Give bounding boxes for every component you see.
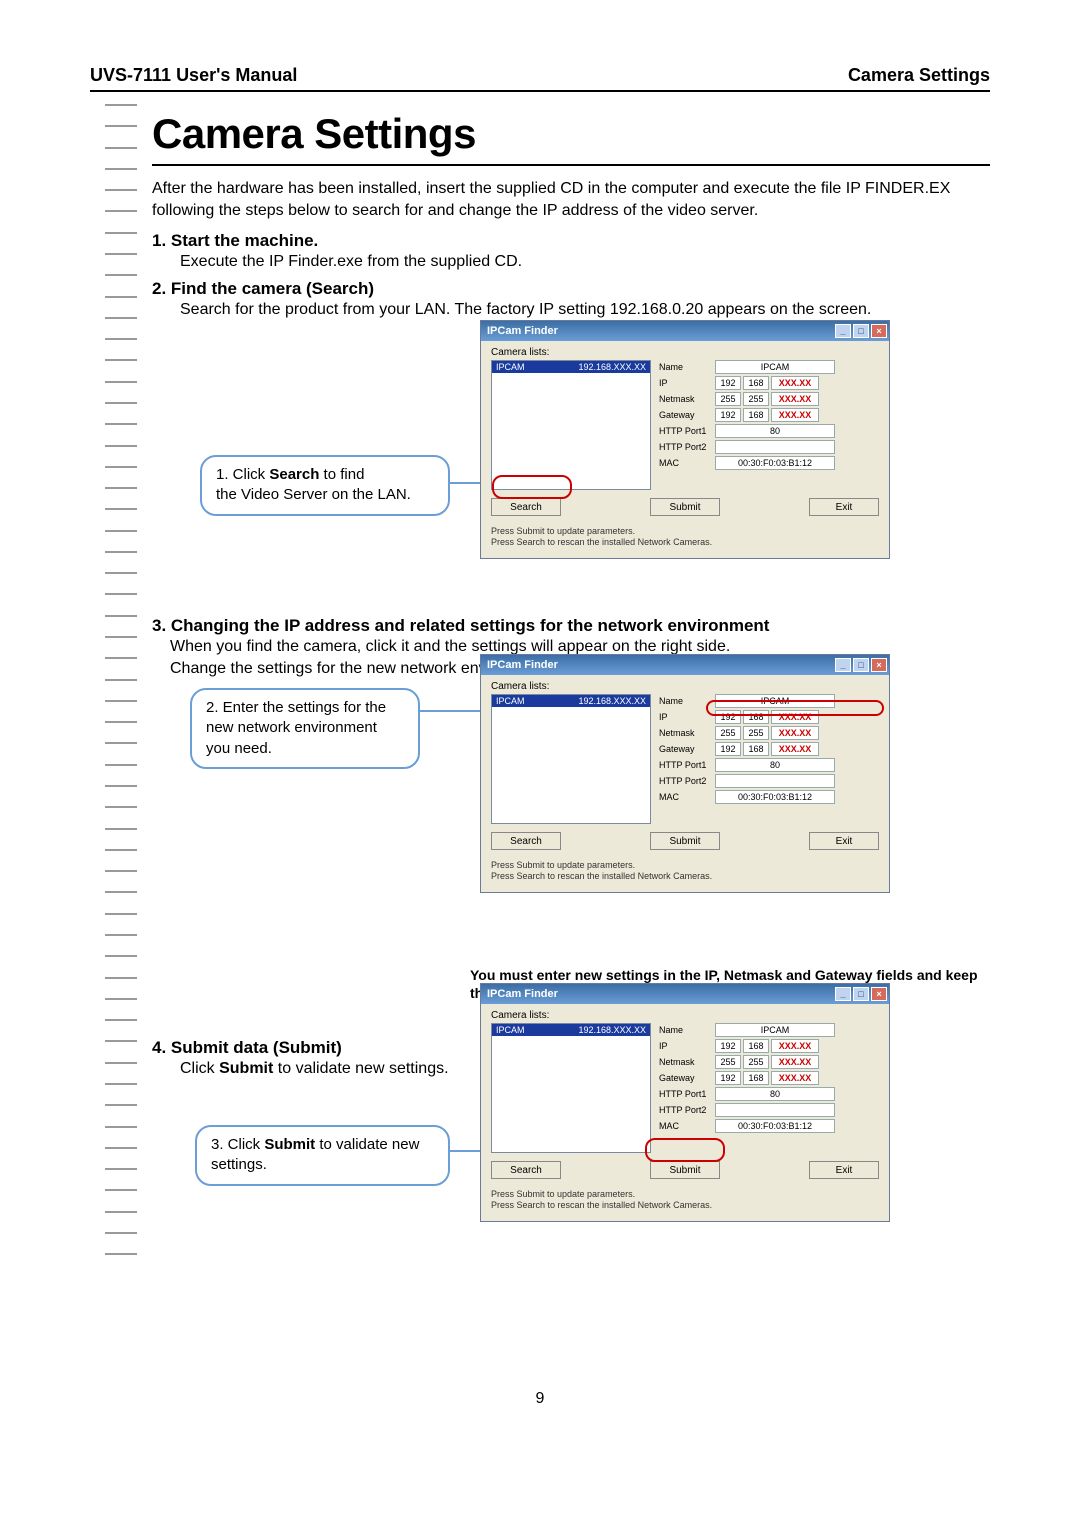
finder-titlebar: IPCam Finder _ □ × — [481, 321, 889, 341]
callout-submit: 3. Click Submit to validate new settings… — [195, 1125, 450, 1186]
search-button[interactable]: Search — [491, 832, 561, 850]
page-number: 9 — [536, 1390, 545, 1408]
mac-field: 00:30:F0:03:B1:12 — [715, 456, 835, 470]
submit-button[interactable]: Submit — [650, 498, 720, 516]
close-icon[interactable]: × — [871, 324, 887, 338]
page-header: UVS-7111 User's Manual Camera Settings — [90, 65, 990, 92]
ipcam-finder-window-1: IPCam Finder _ □ × Camera lists: IPCAM 1… — [480, 320, 890, 559]
search-button[interactable]: Search — [491, 1161, 561, 1179]
step1-heading: 1. Start the machine. — [152, 231, 990, 251]
close-icon[interactable]: × — [871, 987, 887, 1001]
http-port1-field[interactable]: 80 — [715, 424, 835, 438]
netmask-field-1[interactable]: 255 — [715, 392, 741, 406]
maximize-icon[interactable]: □ — [853, 324, 869, 338]
submit-button[interactable]: Submit — [650, 1161, 720, 1179]
header-left: UVS-7111 User's Manual — [90, 65, 297, 86]
callout-settings: 2. Enter the settings for the new networ… — [190, 688, 420, 769]
netmask-field-2[interactable]: 255 — [743, 392, 769, 406]
search-button[interactable]: Search — [491, 498, 561, 516]
camera-list-row[interactable]: IPCAM 192.168.XXX.XX — [492, 695, 650, 707]
gateway-field-2[interactable]: 168 — [743, 408, 769, 422]
intro-paragraph: After the hardware has been installed, i… — [152, 178, 990, 221]
step2-heading: 2. Find the camera (Search) — [152, 279, 990, 299]
finder-title-text: IPCam Finder — [487, 325, 558, 337]
step3-heading: 3. Changing the IP address and related s… — [152, 616, 990, 636]
minimize-icon[interactable]: _ — [835, 324, 851, 338]
step2-body: Search for the product from your LAN. Th… — [180, 299, 990, 321]
camera-list[interactable]: IPCAM 192.168.XXX.XX — [491, 694, 651, 824]
camera-list[interactable]: IPCAM 192.168.XXX.XX — [491, 360, 651, 490]
header-right: Camera Settings — [848, 65, 990, 86]
exit-button[interactable]: Exit — [809, 498, 879, 516]
camera-list-row[interactable]: IPCAM 192.168.XXX.XX — [492, 361, 650, 373]
title-rule — [152, 164, 990, 166]
settings-panel: NameIPCAM IP192168XXX.XX Netmask255255XX… — [659, 360, 879, 490]
minimize-icon[interactable]: _ — [835, 658, 851, 672]
http-port2-field[interactable] — [715, 440, 835, 454]
maximize-icon[interactable]: □ — [853, 658, 869, 672]
ip-field-3[interactable]: XXX.XX — [771, 376, 819, 390]
gateway-field-1[interactable]: 192 — [715, 408, 741, 422]
camera-list[interactable]: IPCAM 192.168.XXX.XX — [491, 1023, 651, 1153]
ipcam-finder-window-3: IPCam Finder _ □ × Camera lists: IPCAM 1… — [480, 983, 890, 1222]
close-icon[interactable]: × — [871, 658, 887, 672]
gateway-field-3[interactable]: XXX.XX — [771, 408, 819, 422]
callout-search: 1. Click Search to find the Video Server… — [200, 455, 450, 516]
ip-field-1[interactable]: 192 — [715, 376, 741, 390]
step1-body: Execute the IP Finder.exe from the suppl… — [180, 251, 990, 273]
ipcam-finder-window-2: IPCam Finder _ □ × Camera lists: IPCAM 1… — [480, 654, 890, 893]
page-title: Camera Settings — [152, 110, 990, 158]
ip-field-2[interactable]: 168 — [743, 376, 769, 390]
finder-titlebar: IPCam Finder _ □ × — [481, 984, 889, 1004]
exit-button[interactable]: Exit — [809, 832, 879, 850]
minimize-icon[interactable]: _ — [835, 987, 851, 1001]
finder-hints: Press Submit to update parameters. Press… — [491, 526, 879, 548]
netmask-field-3[interactable]: XXX.XX — [771, 392, 819, 406]
submit-button[interactable]: Submit — [650, 832, 720, 850]
exit-button[interactable]: Exit — [809, 1161, 879, 1179]
camera-lists-label: Camera lists: — [491, 347, 879, 358]
name-field[interactable]: IPCAM — [715, 360, 835, 374]
camera-list-row[interactable]: IPCAM 192.168.XXX.XX — [492, 1024, 650, 1036]
finder-titlebar: IPCam Finder _ □ × — [481, 655, 889, 675]
maximize-icon[interactable]: □ — [853, 987, 869, 1001]
